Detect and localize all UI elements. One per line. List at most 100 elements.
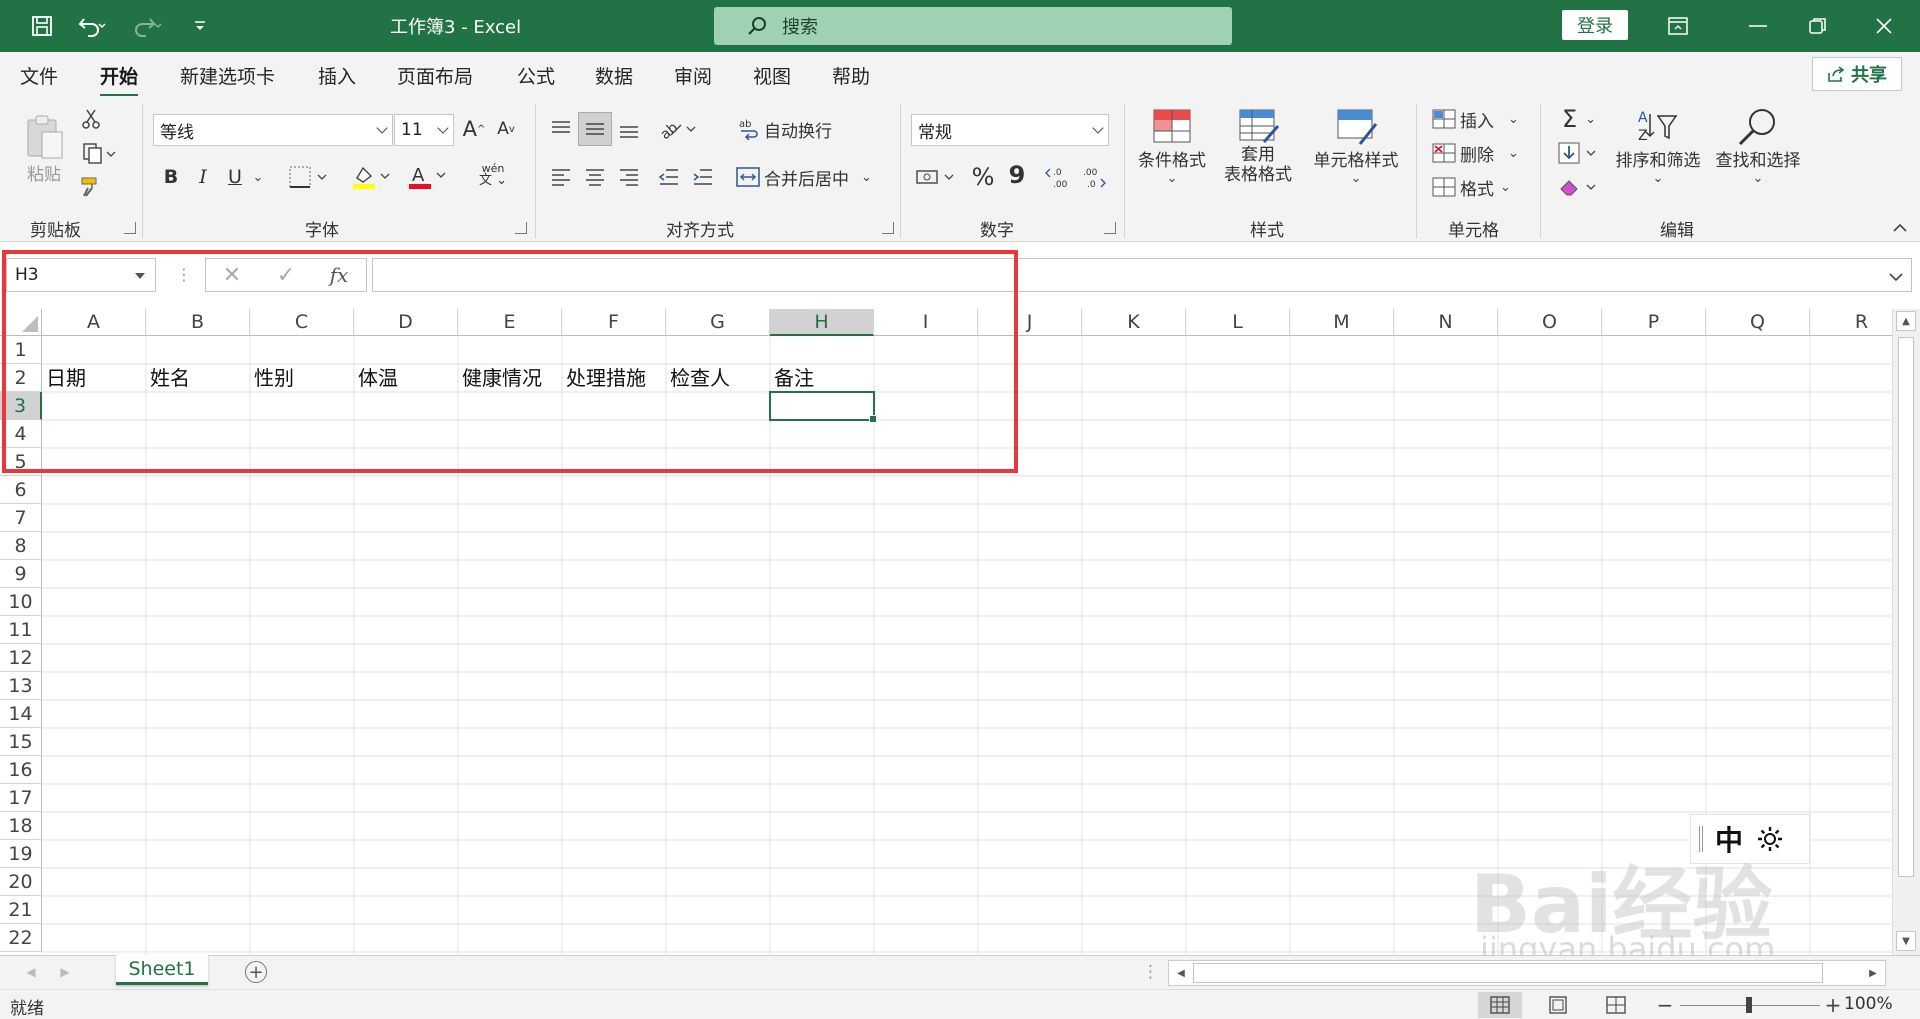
sort-filter-button[interactable]: AZ 排序和筛选 ⌄ [1610,106,1706,202]
phonetic-guide-icon[interactable]: wén 文 ⌄ [468,158,518,192]
zoom-slider-thumb[interactable] [1746,997,1752,1013]
clear-icon[interactable] [1554,172,1604,202]
add-sheet-icon[interactable]: + [245,961,267,983]
align-bottom-icon[interactable] [614,114,644,144]
tab-help[interactable]: 帮助 [832,62,870,89]
increase-indent-icon[interactable] [688,162,718,192]
zoom-level[interactable]: 100% [1844,994,1893,1014]
cut-icon[interactable] [78,106,104,132]
cell-styles-button[interactable]: 单元格样式 ⌄ [1306,106,1406,202]
prev-sheet-icon[interactable]: ◀ [24,962,38,982]
align-center-icon[interactable] [580,162,610,192]
tab-review[interactable]: 审阅 [674,62,712,89]
minimize-icon[interactable] [1740,10,1776,42]
font-color-icon[interactable]: A [404,162,454,192]
conditional-formatting-button[interactable]: 条件格式 ⌄ [1132,106,1212,202]
fill-color-icon[interactable] [348,162,398,192]
ime-toolbar[interactable]: 中 [1690,814,1810,864]
worksheet-grid[interactable]: ABCDEFGHIJKLMNOPQR 1 2 3 4 5 6 7 8 9 10 11 12 13 14 15… [0,309,1892,955]
save-icon[interactable] [26,10,58,42]
normal-view-icon[interactable] [1478,992,1522,1018]
shrink-font-icon[interactable]: Av [492,114,520,144]
vertical-scroll-thumb[interactable] [1898,337,1914,877]
cell-f2[interactable]: 处理措施 [562,364,666,392]
paste-button[interactable]: 粘贴 [20,104,68,194]
share-button[interactable]: 共享 [1812,57,1902,91]
search-box[interactable]: 搜索 [714,7,1232,45]
tab-insert[interactable]: 插入 [318,62,356,89]
italic-button[interactable]: I [190,162,216,192]
copy-icon[interactable] [76,140,122,166]
underline-button[interactable]: U [222,162,248,192]
insert-cells-button[interactable]: 插入 ⌄ [1432,104,1528,134]
number-format-select[interactable]: 常规 [911,114,1109,146]
selected-cell[interactable] [769,391,877,423]
customize-toolbar-icon[interactable] [184,10,216,42]
align-right-icon[interactable] [614,162,644,192]
autosum-icon[interactable]: Σ ⌄ [1554,104,1604,134]
login-button[interactable]: 登录 [1562,10,1628,40]
cell-d2[interactable]: 体温 [354,364,458,392]
zoom-out-icon[interactable]: − [1656,993,1674,1017]
ime-settings-gear-icon[interactable] [1755,824,1785,854]
underline-dropdown-icon[interactable]: ⌄ [250,162,266,192]
undo-icon[interactable] [70,10,114,42]
fill-icon[interactable] [1554,138,1604,168]
align-middle-icon[interactable] [578,112,612,146]
ime-mode-label[interactable]: 中 [1715,819,1743,859]
percent-style-icon[interactable]: % [968,162,998,192]
tab-formulas[interactable]: 公式 [517,62,555,89]
tab-home[interactable]: 开始 [100,62,139,97]
cancel-entry-icon[interactable]: ✕ [218,262,246,288]
bold-button[interactable]: B [158,162,184,192]
cell-b2[interactable]: 姓名 [146,364,250,392]
sheet-tab[interactable]: Sheet1 [116,955,208,985]
name-box[interactable]: H3 [6,258,156,292]
page-layout-view-icon[interactable] [1536,992,1580,1018]
tab-view[interactable]: 视图 [753,62,791,89]
scroll-up-icon[interactable]: ▲ [1896,311,1916,331]
tab-file[interactable]: 文件 [20,62,58,89]
wrap-text-button[interactable]: ab 自动换行 [738,114,848,144]
ime-drag-handle-icon[interactable] [1699,826,1703,852]
cell-c2[interactable]: 性别 [250,364,354,392]
format-painter-icon[interactable] [78,174,104,200]
increase-decimal-icon[interactable]: .0.00 [1044,162,1074,192]
restore-icon[interactable] [1800,10,1836,42]
merge-center-button[interactable]: 合并后居中 ⌄ [736,162,886,192]
scroll-down-icon[interactable]: ▼ [1896,931,1916,951]
font-launcher-icon[interactable] [515,222,527,234]
formula-input[interactable] [372,258,1912,292]
font-name-select[interactable]: 等线 [153,114,393,146]
expand-formula-bar-icon[interactable] [1889,267,1903,287]
grow-font-icon[interactable]: A ^ [460,114,488,144]
confirm-entry-icon[interactable]: ✓ [272,262,300,288]
page-break-preview-icon[interactable] [1594,992,1638,1018]
ribbon-display-options-icon[interactable] [1660,10,1696,42]
font-size-select[interactable]: 11 [394,114,454,146]
decrease-indent-icon[interactable] [654,162,684,192]
tab-data[interactable]: 数据 [595,62,633,89]
cell-a2[interactable]: 日期 [42,364,146,392]
insert-function-icon[interactable]: fx [324,262,354,288]
cell-g2[interactable]: 检查人 [666,364,770,392]
format-as-table-button[interactable]: 套用 表格格式 [1212,106,1304,202]
cell-e2[interactable]: 健康情况 [458,364,562,392]
next-sheet-icon[interactable]: ▶ [58,962,72,982]
format-cells-button[interactable]: 格式 ⌄ [1432,172,1528,202]
redo-icon[interactable] [126,10,170,42]
borders-icon[interactable] [285,162,335,192]
scroll-right-icon[interactable]: ▶ [1863,963,1883,983]
text-orientation-icon[interactable]: ab [654,114,704,144]
vertical-scrollbar[interactable]: ▲ ▼ [1892,309,1920,955]
number-launcher-icon[interactable] [1104,222,1116,234]
delete-cells-button[interactable]: 删除 ⌄ [1432,138,1528,168]
accounting-format-icon[interactable] [912,162,962,192]
find-select-button[interactable]: 查找和选择 ⌄ [1710,106,1806,202]
cell-h2[interactable]: 备注 [770,364,874,392]
alignment-launcher-icon[interactable] [882,222,894,234]
tab-page-layout[interactable]: 页面布局 [397,62,473,89]
tab-splitter-icon[interactable]: ⋮ [1142,962,1159,982]
comma-style-icon[interactable]: 9 [1004,158,1030,192]
horizontal-scroll-thumb[interactable] [1193,963,1823,983]
